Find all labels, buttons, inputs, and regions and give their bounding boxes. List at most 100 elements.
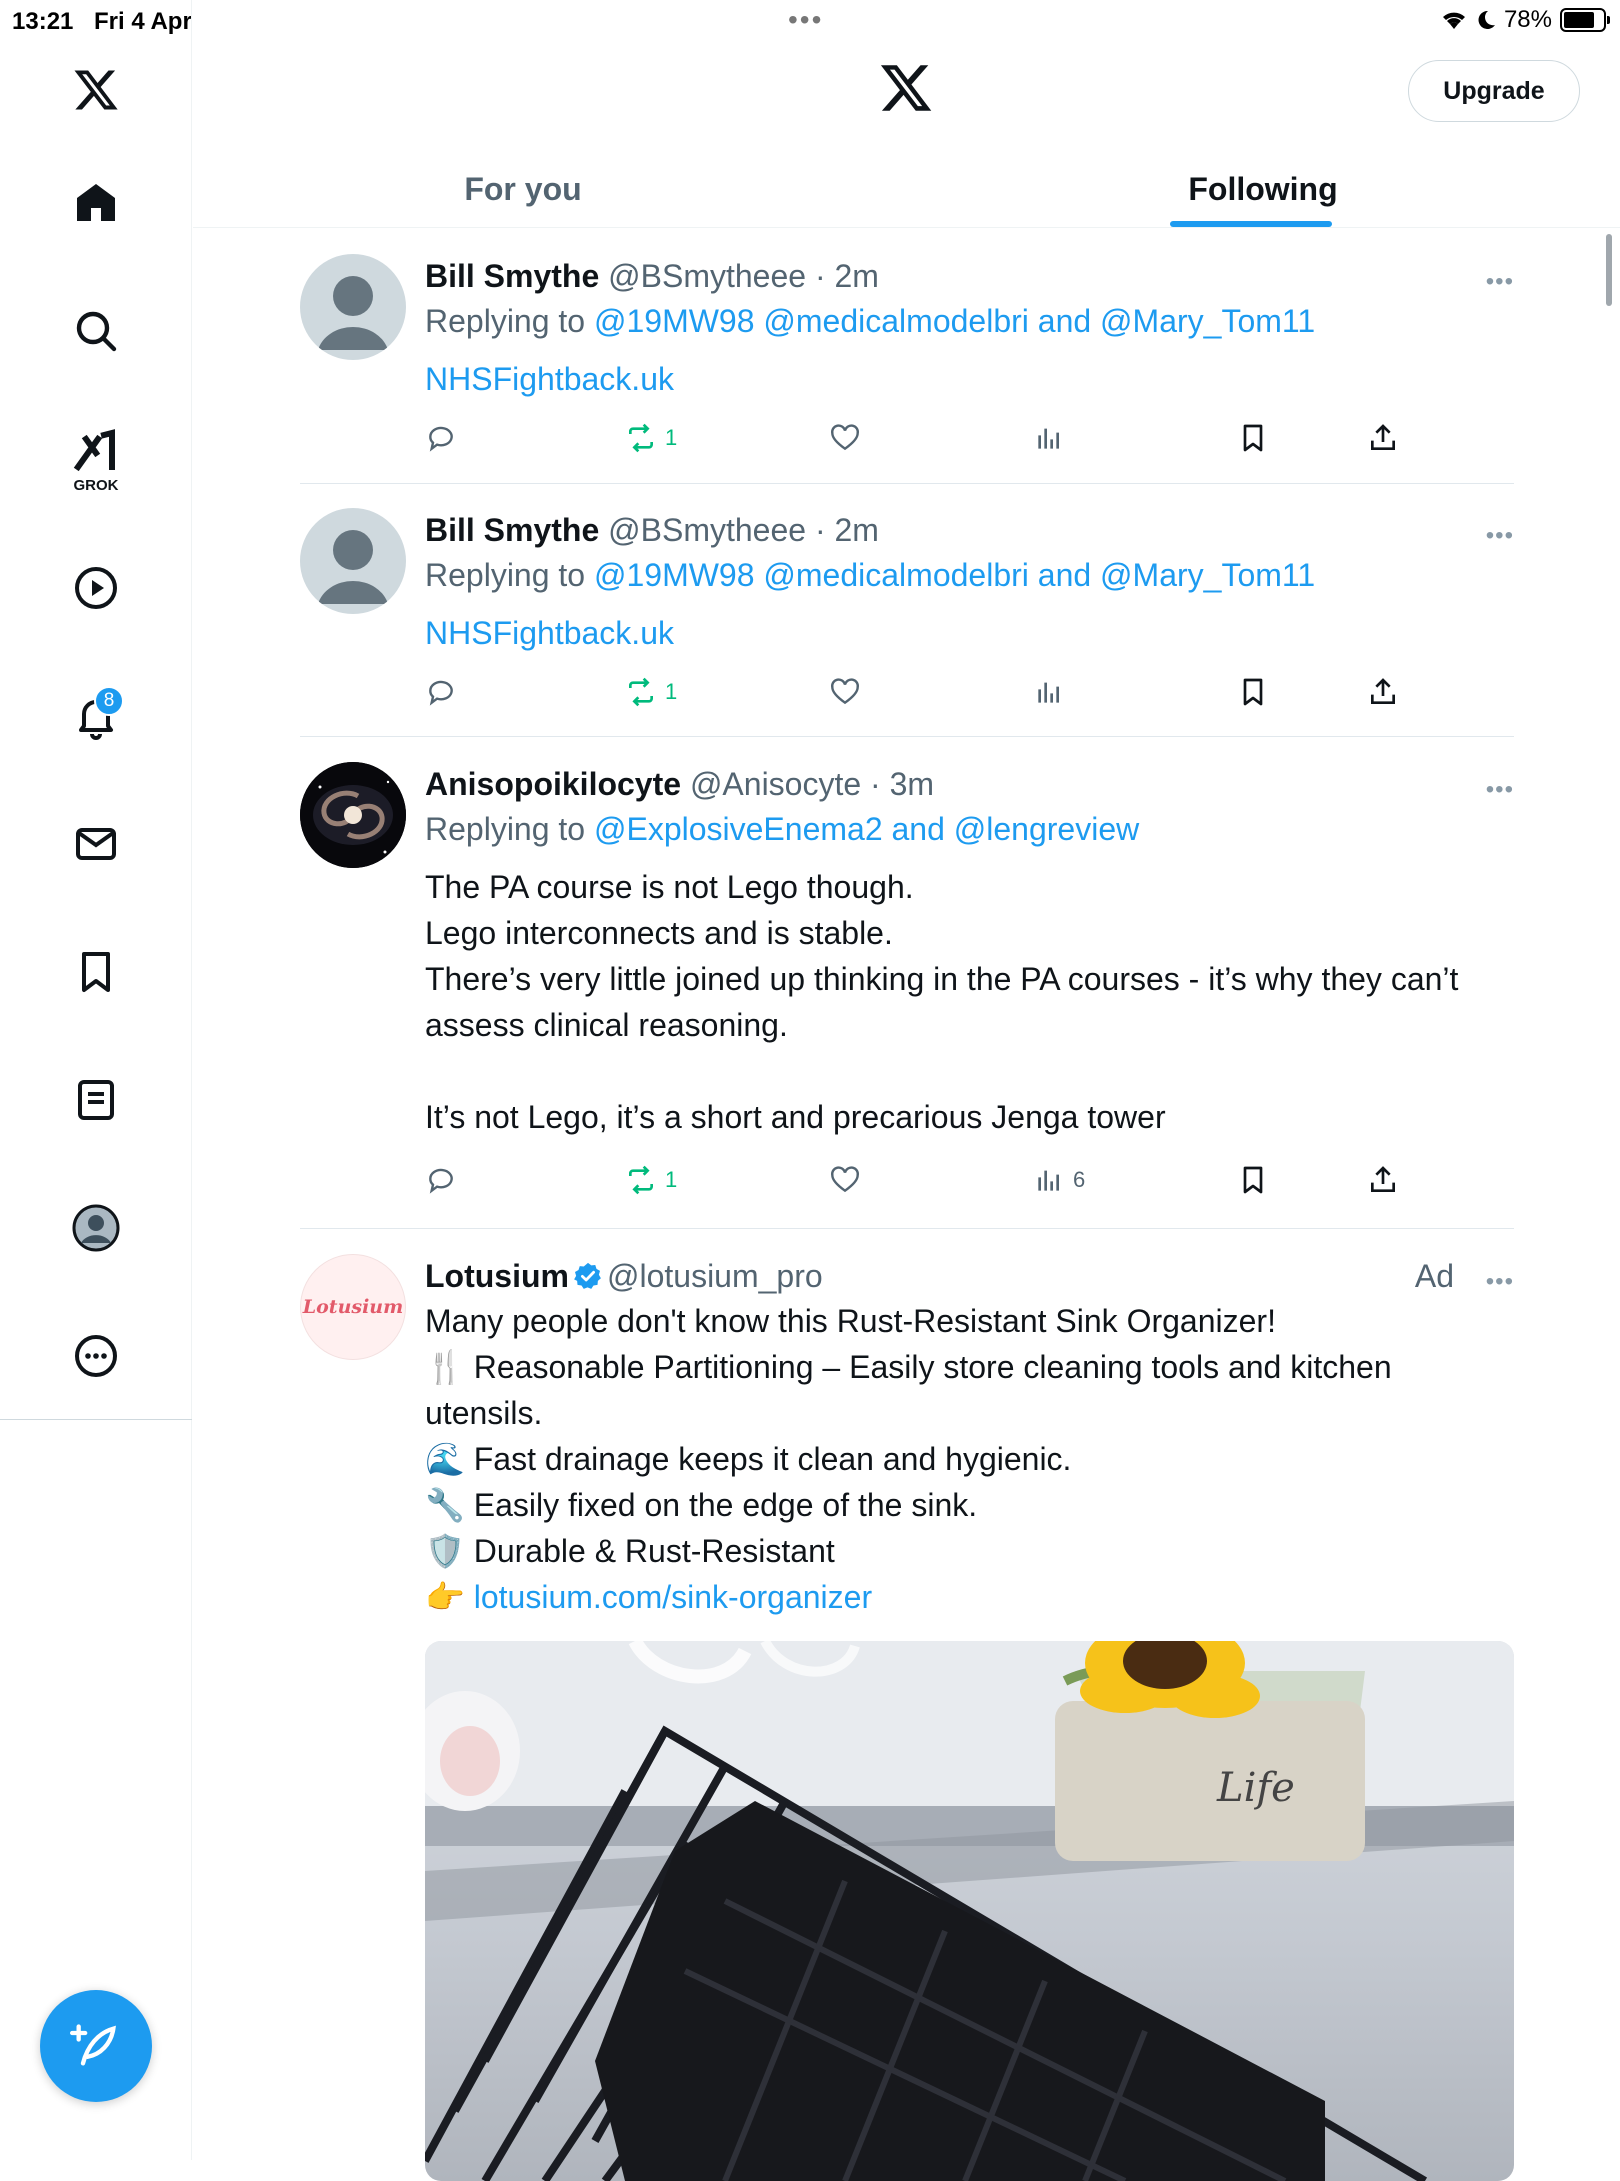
analytics-icon	[1038, 682, 1059, 703]
tweet-text: NHSFightback.uk	[425, 356, 1514, 402]
author-name[interactable]: Bill Smythe	[425, 512, 599, 548]
like-button[interactable]	[829, 668, 861, 716]
tweet-text-line: 🔧 Easily fixed on the edge of the sink.	[425, 1487, 978, 1523]
sidebar-item-more[interactable]	[56, 1316, 136, 1396]
replying-to-handles[interactable]: @ExplosiveEnema2 and @lengreview	[594, 811, 1139, 847]
tweet-text-line: It’s not Lego, it’s a short and precario…	[425, 1099, 1166, 1135]
sidebar-item-home[interactable]	[56, 163, 136, 243]
replying-prefix: Replying to	[425, 303, 594, 339]
reply-button[interactable]	[425, 414, 457, 462]
retweet-button[interactable]: 1	[625, 414, 677, 462]
heart-icon	[831, 424, 859, 451]
share-button[interactable]	[1367, 668, 1399, 716]
tweet-text-line: There’s very little joined up thinking i…	[425, 961, 1468, 1043]
tweet-header: Bill Smythe @BSmytheee · 2m	[425, 254, 1514, 298]
replying-to-handles[interactable]: @19MW98 @medicalmodelbri and @Mary_Tom11	[594, 557, 1315, 593]
tweet[interactable]: Bill Smythe @BSmytheee · 2m ••• Replying…	[300, 508, 1514, 728]
default-avatar-icon	[318, 530, 388, 604]
author-name[interactable]: Anisopoikilocyte	[425, 766, 681, 802]
sidebar-item-grok[interactable]: GROK	[56, 420, 136, 500]
sidebar-divider	[0, 1419, 192, 1420]
views-button[interactable]	[1033, 668, 1065, 716]
sidebar-item-notifications[interactable]: 8	[56, 676, 136, 756]
tweet-text-line: Many people don't know this Rust-Resista…	[425, 1303, 1276, 1339]
tweet-header: Lotusium @lotusium_pro	[425, 1254, 1514, 1298]
grok-icon	[73, 428, 115, 471]
sidebar-item-lists[interactable]	[56, 1060, 136, 1140]
avatar[interactable]	[300, 254, 406, 360]
tab-for-you[interactable]: For you	[423, 150, 623, 228]
author-name[interactable]: Bill Smythe	[425, 258, 599, 294]
tweet[interactable]: Anisopoikilocyte @Anisocyte · 3m ••• Rep…	[300, 762, 1514, 1212]
bookmark-button[interactable]	[1237, 414, 1269, 462]
upgrade-button[interactable]: Upgrade	[1408, 60, 1580, 122]
sidebar-x-logo[interactable]	[56, 50, 136, 130]
tweet-text: NHSFightback.uk	[425, 610, 1514, 656]
retweet-button[interactable]: 1	[625, 668, 677, 716]
battery-icon	[1560, 8, 1610, 32]
replying-to: Replying to @ExplosiveEnema2 and @lengre…	[425, 806, 1514, 852]
multitasking-dots-icon[interactable]: •••	[788, 4, 823, 36]
author-handle[interactable]: @lotusium_pro	[607, 1258, 823, 1294]
tweet-link[interactable]: lotusium.com/sink-organizer	[474, 1579, 872, 1615]
views-button[interactable]: 6	[1033, 1156, 1085, 1204]
reply-button[interactable]	[425, 668, 457, 716]
bookmark-icon	[1243, 678, 1263, 706]
x-logo-header-icon[interactable]	[878, 60, 934, 116]
more-options-icon[interactable]: •••	[1486, 268, 1514, 296]
tweet-link-line: 👉 lotusium.com/sink-organizer	[425, 1574, 1514, 1620]
sidebar-item-bookmarks[interactable]	[56, 932, 136, 1012]
sidebar-item-profile[interactable]	[56, 1188, 136, 1268]
sidebar-item-messages[interactable]	[56, 804, 136, 884]
more-options-icon[interactable]: •••	[1486, 522, 1514, 550]
tweet-link[interactable]: NHSFightback.uk	[425, 615, 674, 651]
share-icon	[1371, 678, 1395, 704]
author-handle[interactable]: @Anisocyte	[690, 766, 861, 802]
avatar[interactable]: Lotusium	[300, 1254, 406, 1360]
tweet-text-line: 🌊 Fast drainage keeps it clean and hygie…	[425, 1441, 1072, 1477]
default-avatar-icon	[318, 276, 388, 350]
author-handle[interactable]: @BSmytheee	[608, 512, 806, 548]
sidebar-item-search[interactable]	[56, 291, 136, 371]
compose-post-button[interactable]	[40, 1990, 152, 2102]
share-button[interactable]	[1367, 414, 1399, 462]
reply-button[interactable]	[425, 1156, 457, 1204]
tweet-actions: 1 6	[425, 1156, 1514, 1204]
tweet-text-line: Lego interconnects and is stable.	[425, 915, 893, 951]
bookmark-icon	[1243, 1166, 1263, 1194]
replying-to-handles[interactable]: @19MW98 @medicalmodelbri and @Mary_Tom11	[594, 303, 1315, 339]
more-options-icon[interactable]: •••	[1486, 776, 1514, 804]
tweet[interactable]: Bill Smythe @BSmytheee · 2m ••• Replying…	[300, 254, 1514, 474]
tab-following[interactable]: Following	[1163, 150, 1363, 228]
tweet-body: Bill Smythe @BSmytheee · 2m ••• Replying…	[425, 508, 1514, 716]
sidebar-item-video[interactable]	[56, 548, 136, 628]
tweet-text-line: The PA course is not Lego though.	[425, 869, 914, 905]
more-circle-icon	[75, 1335, 117, 1377]
author-handle[interactable]: @BSmytheee	[608, 258, 806, 294]
reply-icon	[429, 680, 453, 706]
tweet-divider	[300, 1228, 1514, 1229]
share-button[interactable]	[1367, 1156, 1399, 1204]
author-name[interactable]: Lotusium	[425, 1258, 569, 1294]
bookmark-button[interactable]	[1237, 1156, 1269, 1204]
heart-icon	[831, 678, 859, 705]
avatar[interactable]	[300, 762, 406, 868]
tweet-time[interactable]: 2m	[835, 512, 879, 548]
envelope-icon	[76, 828, 116, 860]
more-options-icon[interactable]: •••	[1486, 1268, 1514, 1296]
tweet-time[interactable]: 3m	[890, 766, 934, 802]
tweet-time[interactable]: 2m	[835, 258, 879, 294]
moon-icon	[1478, 10, 1495, 29]
retweet-button[interactable]: 1	[625, 1156, 677, 1204]
avatar-logo-text: Lotusium	[302, 1296, 404, 1318]
bookmark-icon	[1243, 424, 1263, 452]
bookmark-button[interactable]	[1237, 668, 1269, 716]
like-button[interactable]	[829, 1156, 861, 1204]
ad-media-image[interactable]: Life	[425, 1641, 1514, 2181]
views-button[interactable]	[1033, 414, 1065, 462]
tweet-link[interactable]: NHSFightback.uk	[425, 361, 674, 397]
tweet-divider	[300, 483, 1514, 484]
avatar[interactable]	[300, 508, 406, 614]
like-button[interactable]	[829, 414, 861, 462]
scrollbar[interactable]	[1606, 234, 1612, 306]
